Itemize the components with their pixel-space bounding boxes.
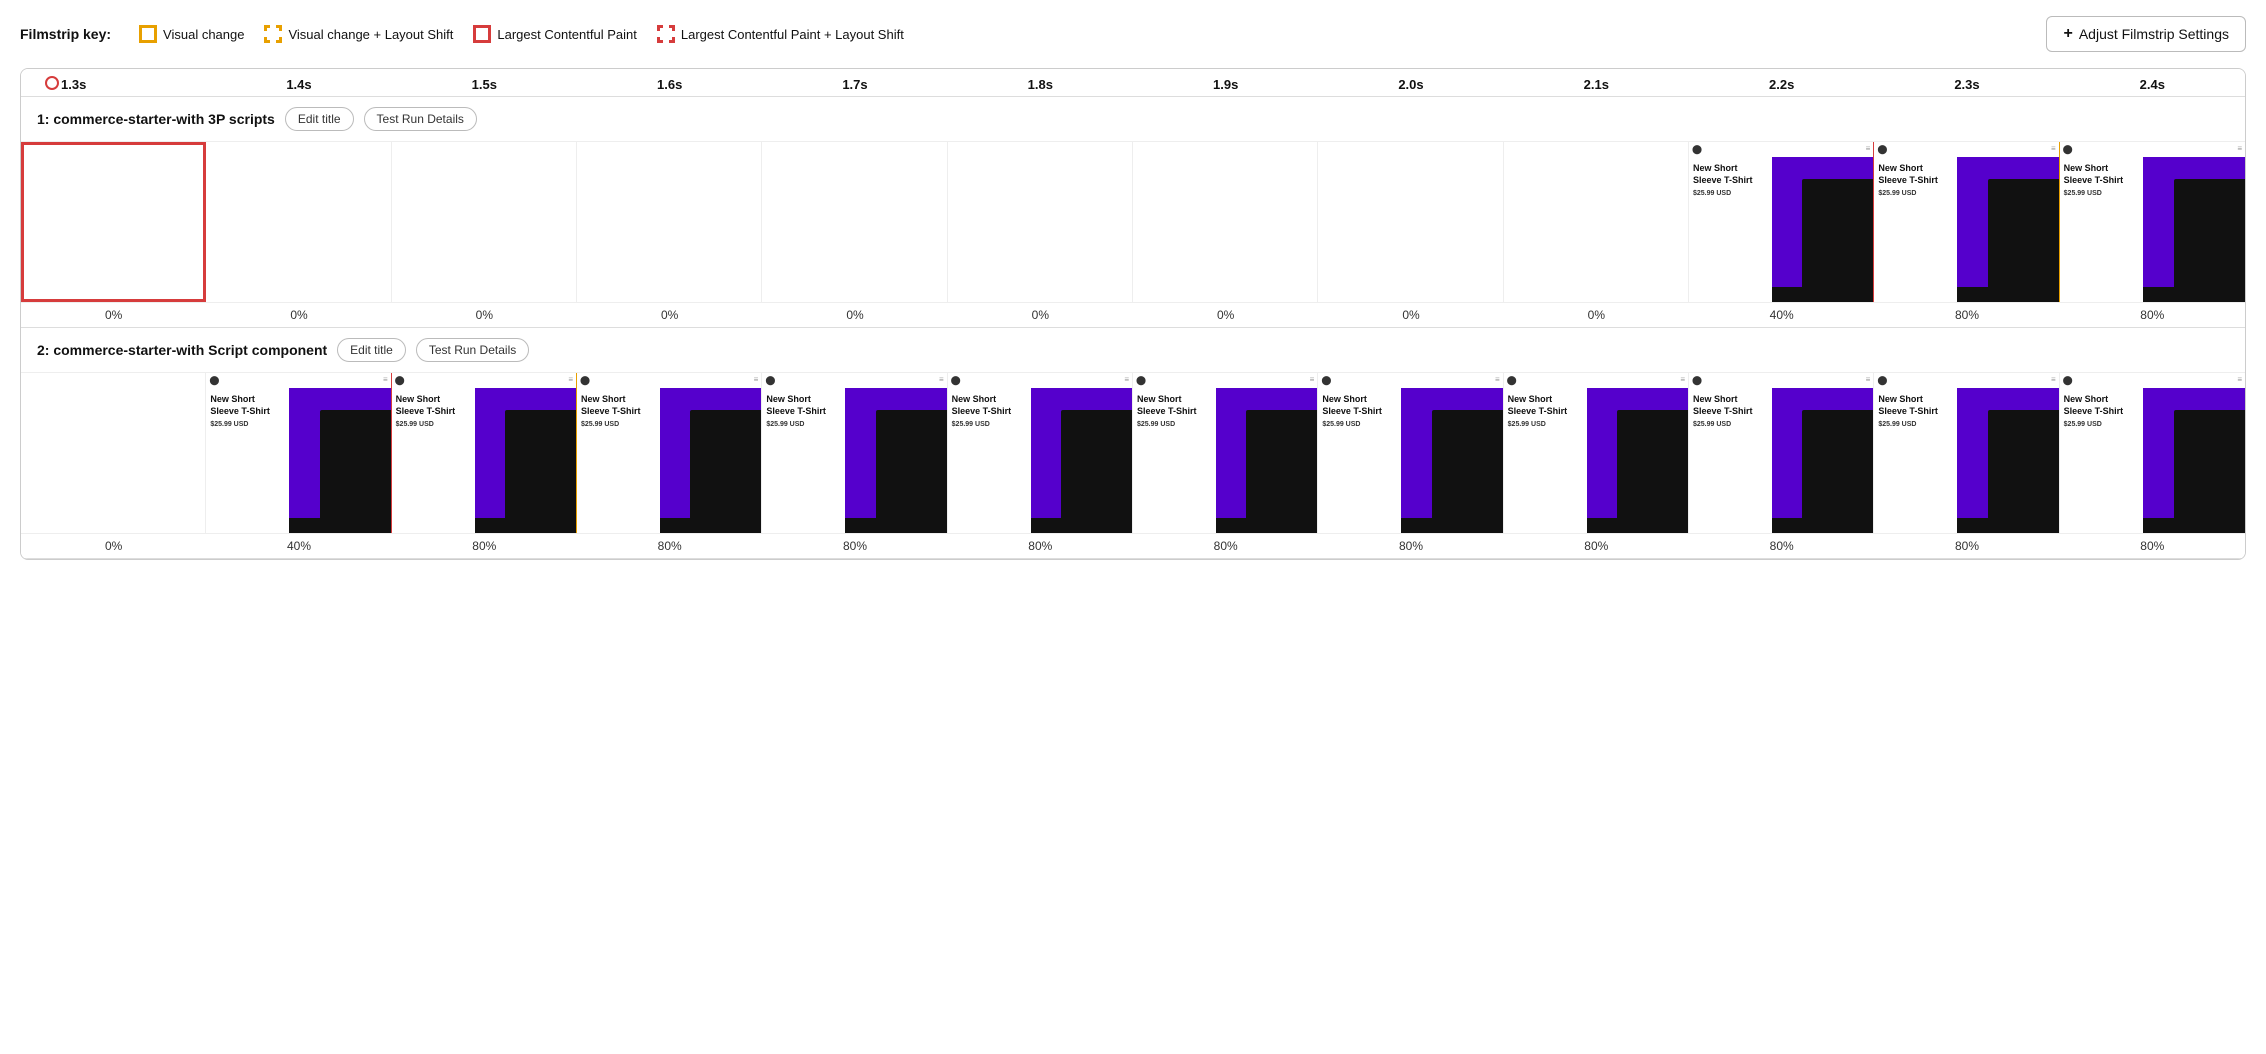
lcp-label: Largest Contentful Paint bbox=[497, 27, 636, 42]
run1-pct-row: 0%0%0%0%0%0%0%0%0%40%80%80% bbox=[21, 302, 2245, 327]
lcp-ls-icon bbox=[657, 25, 675, 43]
run2-header: 2: commerce-starter-with Script componen… bbox=[21, 328, 2245, 372]
run2-frame-9[interactable]: ⬤ ≡ New Short Sleeve T-Shirt $25.99 USD … bbox=[1689, 373, 1874, 533]
timeline-header: 1.3s1.4s1.5s1.6s1.7s1.8s1.9s2.0s2.1s2.2s… bbox=[21, 69, 2245, 97]
run1-frame-9[interactable]: ⬤ ≡ New Short Sleeve T-Shirt $25.99 USD … bbox=[1689, 142, 1874, 302]
run1-pct-4: 0% bbox=[762, 303, 947, 327]
run2-pct-row: 0%40%80%80%80%80%80%80%80%80%80%80% bbox=[21, 533, 2245, 558]
run1-title: 1: commerce-starter-with 3P scripts bbox=[37, 111, 275, 127]
run1-frames-row: ⬤ ≡ New Short Sleeve T-Shirt $25.99 USD … bbox=[21, 141, 2245, 302]
timeline-tick-5: 1.8s bbox=[948, 77, 1133, 92]
timeline-tick-8: 2.1s bbox=[1504, 77, 1689, 92]
run2-pct-7: 80% bbox=[1318, 534, 1503, 558]
timeline-tick-10: 2.3s bbox=[1874, 77, 2059, 92]
run2-frame-11[interactable]: ⬤ ≡ New Short Sleeve T-Shirt $25.99 USD … bbox=[2060, 373, 2245, 533]
timeline-tick-0: 1.3s bbox=[21, 77, 206, 92]
run1-pct-2: 0% bbox=[392, 303, 577, 327]
run1-pct-6: 0% bbox=[1133, 303, 1318, 327]
run1-frame-5[interactable] bbox=[948, 142, 1133, 302]
run2-pct-3: 80% bbox=[577, 534, 762, 558]
run2-pct-8: 80% bbox=[1504, 534, 1689, 558]
run2-pct-6: 80% bbox=[1133, 534, 1318, 558]
run2-frame-7[interactable]: ⬤ ≡ New Short Sleeve T-Shirt $25.99 USD … bbox=[1318, 373, 1503, 533]
visual-change-ls-icon bbox=[264, 25, 282, 43]
run2-pct-10: 80% bbox=[1874, 534, 2059, 558]
run2-pct-11: 80% bbox=[2060, 534, 2245, 558]
adjust-filmstrip-label: Adjust Filmstrip Settings bbox=[2079, 26, 2229, 42]
timeline-tick-4: 1.7s bbox=[762, 77, 947, 92]
run1-pct-3: 0% bbox=[577, 303, 762, 327]
run1-pct-7: 0% bbox=[1318, 303, 1503, 327]
run2-test-run-button[interactable]: Test Run Details bbox=[416, 338, 529, 362]
run1-section: 1: commerce-starter-with 3P scripts Edit… bbox=[21, 97, 2245, 328]
run1-frame-2[interactable] bbox=[392, 142, 577, 302]
run1-pct-1: 0% bbox=[206, 303, 391, 327]
adjust-filmstrip-button[interactable]: + Adjust Filmstrip Settings bbox=[2046, 16, 2246, 52]
run1-frame-1[interactable] bbox=[206, 142, 391, 302]
run1-frame-7[interactable] bbox=[1318, 142, 1503, 302]
run2-pct-4: 80% bbox=[762, 534, 947, 558]
run1-pct-11: 80% bbox=[2060, 303, 2245, 327]
run2-frame-4[interactable]: ⬤ ≡ New Short Sleeve T-Shirt $25.99 USD … bbox=[762, 373, 947, 533]
run1-frame-0[interactable] bbox=[21, 142, 206, 302]
timeline-tick-2: 1.5s bbox=[392, 77, 577, 92]
run2-frames-row: ⬤ ≡ New Short Sleeve T-Shirt $25.99 USD … bbox=[21, 372, 2245, 533]
legend-visual-change: Visual change bbox=[139, 25, 244, 43]
legend-lcp: Largest Contentful Paint bbox=[473, 25, 636, 43]
visual-change-label: Visual change bbox=[163, 27, 244, 42]
run2-frame-1[interactable]: ⬤ ≡ New Short Sleeve T-Shirt $25.99 USD … bbox=[206, 373, 391, 533]
run2-frame-3[interactable]: ⬤ ≡ New Short Sleeve T-Shirt $25.99 USD … bbox=[577, 373, 762, 533]
run1-frame-10[interactable]: ⬤ ≡ New Short Sleeve T-Shirt $25.99 USD … bbox=[1874, 142, 2059, 302]
visual-change-icon bbox=[139, 25, 157, 43]
run2-frame-0[interactable] bbox=[21, 373, 206, 533]
run2-pct-1: 40% bbox=[206, 534, 391, 558]
timeline-tick-6: 1.9s bbox=[1133, 77, 1318, 92]
run2-pct-0: 0% bbox=[21, 534, 206, 558]
run2-frame-10[interactable]: ⬤ ≡ New Short Sleeve T-Shirt $25.99 USD … bbox=[1874, 373, 2059, 533]
legend-bar: Filmstrip key: Visual change Visual chan… bbox=[20, 16, 2246, 52]
run1-test-run-button[interactable]: Test Run Details bbox=[364, 107, 477, 131]
legend-visual-change-ls: Visual change + Layout Shift bbox=[264, 25, 453, 43]
run1-pct-8: 0% bbox=[1504, 303, 1689, 327]
run2-edit-title-button[interactable]: Edit title bbox=[337, 338, 406, 362]
timeline-tick-9: 2.2s bbox=[1689, 77, 1874, 92]
timeline-tick-3: 1.6s bbox=[577, 77, 762, 92]
timeline-tick-7: 2.0s bbox=[1318, 77, 1503, 92]
legend-lcp-ls: Largest Contentful Paint + Layout Shift bbox=[657, 25, 904, 43]
run1-frame-6[interactable] bbox=[1133, 142, 1318, 302]
run2-frame-8[interactable]: ⬤ ≡ New Short Sleeve T-Shirt $25.99 USD … bbox=[1504, 373, 1689, 533]
run1-pct-10: 80% bbox=[1874, 303, 2059, 327]
run1-pct-9: 40% bbox=[1689, 303, 1874, 327]
page-wrapper: Filmstrip key: Visual change Visual chan… bbox=[0, 0, 2266, 576]
filmstrip-key-label: Filmstrip key: bbox=[20, 26, 111, 42]
plus-icon: + bbox=[2063, 25, 2072, 43]
filmstrip-container: 1.3s1.4s1.5s1.6s1.7s1.8s1.9s2.0s2.1s2.2s… bbox=[20, 68, 2246, 560]
lcp-ls-label: Largest Contentful Paint + Layout Shift bbox=[681, 27, 904, 42]
run2-frame-6[interactable]: ⬤ ≡ New Short Sleeve T-Shirt $25.99 USD … bbox=[1133, 373, 1318, 533]
run2-title: 2: commerce-starter-with Script componen… bbox=[37, 342, 327, 358]
run1-frame-3[interactable] bbox=[577, 142, 762, 302]
run2-pct-5: 80% bbox=[948, 534, 1133, 558]
visual-change-ls-label: Visual change + Layout Shift bbox=[288, 27, 453, 42]
run2-frame-5[interactable]: ⬤ ≡ New Short Sleeve T-Shirt $25.99 USD … bbox=[948, 373, 1133, 533]
run1-frame-4[interactable] bbox=[762, 142, 947, 302]
run1-pct-5: 0% bbox=[948, 303, 1133, 327]
run1-edit-title-button[interactable]: Edit title bbox=[285, 107, 354, 131]
timeline-tick-11: 2.4s bbox=[2060, 77, 2245, 92]
run2-pct-2: 80% bbox=[392, 534, 577, 558]
run2-section: 2: commerce-starter-with Script componen… bbox=[21, 328, 2245, 559]
run1-frame-11[interactable]: ⬤ ≡ New Short Sleeve T-Shirt $25.99 USD … bbox=[2060, 142, 2245, 302]
run1-header: 1: commerce-starter-with 3P scripts Edit… bbox=[21, 97, 2245, 141]
run1-pct-0: 0% bbox=[21, 303, 206, 327]
run2-pct-9: 80% bbox=[1689, 534, 1874, 558]
lcp-icon bbox=[473, 25, 491, 43]
run2-frame-2[interactable]: ⬤ ≡ New Short Sleeve T-Shirt $25.99 USD … bbox=[392, 373, 577, 533]
run1-frame-8[interactable] bbox=[1504, 142, 1689, 302]
timeline-tick-1: 1.4s bbox=[206, 77, 391, 92]
legend-items: Filmstrip key: Visual change Visual chan… bbox=[20, 25, 904, 43]
